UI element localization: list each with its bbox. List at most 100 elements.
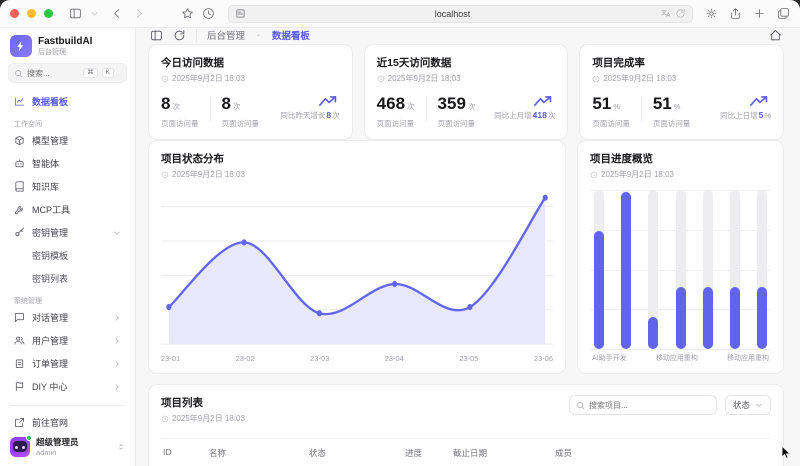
new-tab-icon[interactable] [753,7,766,20]
bar-column [757,190,767,349]
bar[interactable] [621,192,631,349]
column-header[interactable]: ID [163,447,209,459]
stat-cards-row: 今日访问数据 2025年9月2日 18:03 8次页面访问量 8次页面访问量 同… [148,44,784,130]
sidebar-item-label: MCP工具 [32,203,121,216]
status-filter-select[interactable]: 状态 [725,395,771,415]
refresh-icon[interactable] [173,29,186,42]
sidebar-item-keys-template[interactable]: 密钥模板 [8,244,127,267]
sidebar-item-keys-list[interactable]: 密钥列表 [8,267,127,290]
address-bar[interactable]: localhost [228,5,693,23]
search-input[interactable] [27,69,79,78]
stat-value: 51 [592,94,611,113]
panel-collapse-icon[interactable] [150,29,163,42]
sidebar-item-users[interactable]: 用户管理 [8,329,127,352]
x-axis-label: 23-02 [236,354,255,363]
sidebar-item-label: DIY 中心 [32,380,106,393]
card-date: 2025年9月2日 18:03 [603,73,676,84]
users-icon [14,335,25,346]
reload-icon[interactable] [675,8,686,19]
sidebar-item-label: 模型管理 [32,134,121,147]
bar-column [676,190,686,349]
column-header[interactable]: 截止日期 [453,447,555,459]
stat-value: 359 [438,94,466,113]
chevron-right-icon [113,360,121,368]
sidebar-item-mcp[interactable]: MCP工具 [8,198,127,221]
sidebar-item-label: 知识库 [32,180,121,193]
share-icon[interactable] [729,7,742,20]
x-axis-labels: 23-0123-0223-0323-0423-0523-06 [161,350,553,363]
wrench-icon [14,204,25,215]
sidebar-item-keys[interactable]: 密钥管理 [8,221,127,244]
project-search[interactable] [569,395,717,415]
card-date: 2025年9月2日 18:03 [388,73,461,84]
card-date: 2025年9月2日 18:03 [172,73,245,84]
column-header[interactable]: 成员 [555,447,769,459]
breadcrumb-root[interactable]: 后台管理 [207,28,245,42]
x-axis-label: 移动应用重构 [727,353,769,363]
tab-overview-icon[interactable] [777,7,790,20]
bar[interactable] [594,231,604,349]
bar-column [730,190,740,349]
history-clock-icon[interactable] [202,7,215,20]
book-icon [14,181,25,192]
user-menu[interactable]: 超级管理员 admin [8,434,127,460]
cube-icon [14,135,25,146]
breadcrumb-separator: • [257,31,260,40]
settings-icon[interactable] [705,7,718,20]
sidebar-item-knowledge[interactable]: 知识库 [8,175,127,198]
column-header[interactable]: 进度 [405,447,453,459]
card-title: 项目列表 [161,395,245,410]
sidebar-item-orders[interactable]: 订单管理 [8,352,127,375]
table-header: ID 名称 状态 进度 截止日期 成员 [161,438,771,465]
divider [196,29,197,42]
clock-icon [590,171,598,179]
sidebar-item-dashboard[interactable]: 数据看板 [8,90,127,113]
user-name: 超级管理员 [36,437,111,447]
sidebar-item-label: 密钥管理 [32,226,106,239]
bar[interactable] [648,317,658,349]
stat-label: 页面访问量 [161,118,199,129]
line-chart-card: 项目状态分布 2025年9月2日 18:03 23-0123-0223-0323… [148,140,566,374]
zoom-window-button[interactable] [44,9,53,18]
sidebar-toggle-icon[interactable] [69,7,82,20]
trend-up-icon [318,95,340,108]
stat-value: 8 [161,94,170,113]
sidebar-item-agent[interactable]: 智能体 [8,152,127,175]
tab-group-chevron-icon[interactable] [90,7,99,20]
chevron-right-icon [113,337,121,345]
forward-icon[interactable] [132,7,145,20]
x-axis-label: 移动应用重构 [656,353,698,363]
x-axis-label: 23-03 [310,354,329,363]
sidebar-item-website[interactable]: 前往官网 [8,411,127,434]
bar[interactable] [703,287,713,349]
home-icon[interactable] [769,29,782,42]
sidebar-search[interactable]: ⌘ K [8,63,127,83]
flag-icon [14,381,25,392]
minimize-window-button[interactable] [27,9,36,18]
card-title: 近15天访问数据 [377,55,556,70]
project-search-input[interactable] [589,401,710,410]
back-icon[interactable] [111,7,124,20]
x-axis-label: AI助手开发 [592,353,627,363]
x-axis-label: 23-04 [385,354,404,363]
column-header[interactable]: 状态 [309,447,405,459]
breadcrumb-current[interactable]: 数据看板 [272,28,310,42]
stat-card-today-visits: 今日访问数据 2025年9月2日 18:03 8次页面访问量 8次页面访问量 同… [148,44,353,140]
sidebar-item-chat[interactable]: 对话管理 [8,306,127,329]
sidebar-item-model[interactable]: 模型管理 [8,129,127,152]
bar[interactable] [676,287,686,349]
app-subtitle: 后台管理 [38,47,92,57]
bar[interactable] [730,287,740,349]
translate-icon[interactable] [660,8,671,19]
bookmark-star-icon[interactable] [181,7,194,20]
reader-icon[interactable] [235,8,246,19]
bar[interactable] [757,287,767,349]
close-window-button[interactable] [10,9,19,18]
lightning-logo-icon [10,35,32,57]
column-header[interactable]: 名称 [209,447,309,459]
stat-value: 468 [377,94,405,113]
sidebar-item-diy[interactable]: DIY 中心 [8,375,127,398]
app-logo[interactable]: FastbuildAI 后台管理 [8,33,127,63]
line-chart [161,190,553,350]
url-text[interactable]: localhost [250,9,656,19]
